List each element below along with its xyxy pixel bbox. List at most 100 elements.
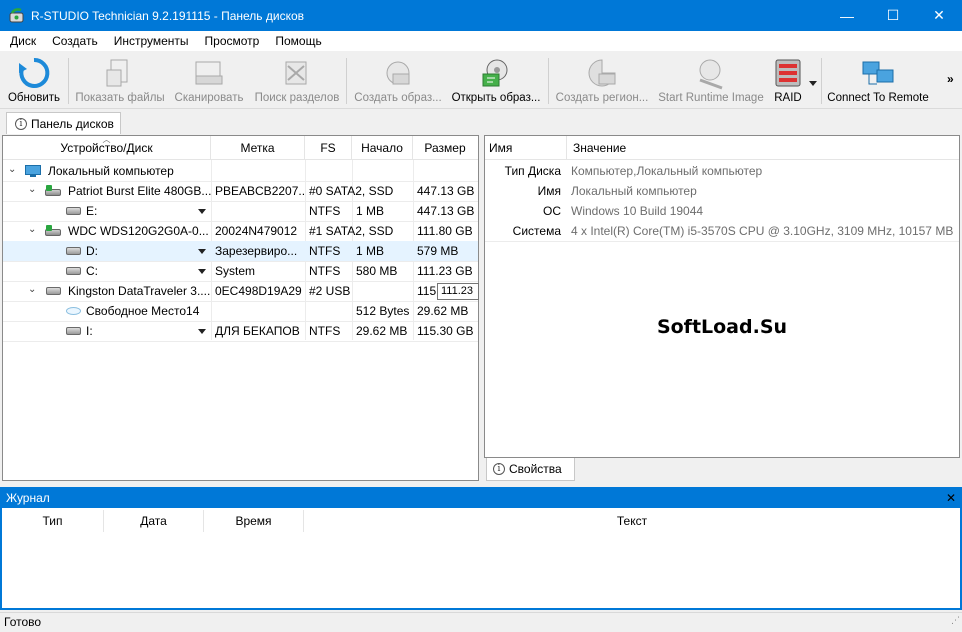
show-files-button[interactable]: Показать файлы <box>74 56 166 108</box>
maximize-button[interactable]: ☐ <box>870 0 916 31</box>
tab-properties[interactable]: i Свойства <box>486 458 575 481</box>
partition-start: 1 MB <box>356 204 385 218</box>
device-size: 447.13 GB <box>417 184 475 198</box>
menu-view[interactable]: Просмотр <box>197 34 268 48</box>
column-size[interactable]: Размер <box>413 136 477 160</box>
column-name[interactable]: Имя <box>485 136 567 160</box>
raid-button[interactable]: RAID <box>770 56 806 108</box>
partition-start: 1 MB <box>356 244 385 258</box>
tree-row-local-computer[interactable]: ⌄ Локальный компьютер <box>3 161 478 181</box>
runtime-image-icon <box>694 56 728 90</box>
toolbar-separator <box>548 58 549 104</box>
usb-drive-icon <box>46 287 61 295</box>
device-label: 0EC498D19A29 <box>215 284 302 298</box>
refresh-icon <box>17 56 51 90</box>
create-image-button[interactable]: Создать образ... <box>352 56 444 108</box>
find-partitions-button[interactable]: Поиск разделов <box>252 56 342 108</box>
column-value[interactable]: Значение <box>569 136 869 160</box>
journal-column-time[interactable]: Время <box>204 510 304 532</box>
tree-row-disk[interactable]: ⌄ Patriot Burst Elite 480GB... PBEABCB22… <box>3 181 478 201</box>
menu-help[interactable]: Помощь <box>267 34 329 48</box>
tree-row-partition[interactable]: I: ДЛЯ БЕКАПОВ NTFS 29.62 MB 115.30 GB <box>3 321 478 341</box>
tab-drives-panel[interactable]: i Панель дисков <box>6 112 121 134</box>
toolbar-overflow-icon[interactable]: » <box>947 72 954 86</box>
menu-create[interactable]: Создать <box>44 34 106 48</box>
partition-fs: NTFS <box>309 204 341 218</box>
free-space-start: 512 Bytes <box>356 304 410 318</box>
refresh-button[interactable]: Обновить <box>4 56 64 108</box>
connect-to-remote-label: Connect To Remote <box>827 92 929 104</box>
collapse-chevron-icon[interactable]: ⌄ <box>28 284 36 295</box>
partition-dropdown-icon[interactable] <box>198 269 206 274</box>
connect-to-remote-button[interactable]: Connect To Remote <box>827 56 929 108</box>
property-value: Компьютер,Локальный компьютер <box>571 164 763 178</box>
show-files-label: Показать файлы <box>75 92 165 104</box>
property-row[interactable]: Имя Локальный компьютер <box>485 181 959 201</box>
tab-row: i Панель дисков <box>0 110 962 134</box>
create-region-button[interactable]: Создать регион... <box>554 56 650 108</box>
menu-tools[interactable]: Инструменты <box>106 34 197 48</box>
start-runtime-image-button[interactable]: Start Runtime Image <box>658 56 764 108</box>
row-divider <box>485 241 959 242</box>
tree-row-partition[interactable]: E: NTFS 1 MB 447.13 GB <box>3 201 478 221</box>
tree-row-partition[interactable]: C: System NTFS 580 MB 111.23 GB <box>3 261 478 281</box>
partition-size: 579 MB <box>417 244 459 258</box>
partition-fs: NTFS <box>309 244 341 258</box>
close-button[interactable]: ✕ <box>916 0 962 31</box>
journal-column-text[interactable]: Текст <box>304 510 960 532</box>
property-key: Имя <box>537 184 561 198</box>
collapse-chevron-icon[interactable]: ⌄ <box>8 164 16 175</box>
column-label[interactable]: Метка <box>211 136 305 160</box>
create-image-icon <box>381 56 415 90</box>
partition-dropdown-icon[interactable] <box>198 249 206 254</box>
device-name: Локальный компьютер <box>48 164 174 178</box>
partition-label <box>212 201 305 221</box>
tab-drives-panel-label: Панель дисков <box>31 116 114 131</box>
tree-row-free-space[interactable]: Свободное Место14 512 Bytes 29.62 MB <box>3 301 478 321</box>
journal-title-bar: Журнал ✕ <box>2 489 960 508</box>
partition-label: Зарезервиро... <box>215 244 298 258</box>
tab-properties-label: Свойства <box>509 462 562 476</box>
device-label: PBEABCB2207... <box>215 184 305 198</box>
property-row[interactable]: ОС Windows 10 Build 19044 <box>485 201 959 221</box>
r-studio-app-icon <box>9 7 25 24</box>
collapse-chevron-icon[interactable]: ⌄ <box>28 224 36 235</box>
journal-column-date[interactable]: Дата <box>104 510 204 532</box>
partition-dropdown-icon[interactable] <box>198 329 206 334</box>
start-runtime-image-label: Start Runtime Image <box>658 92 764 104</box>
raid-icon <box>771 56 805 90</box>
journal-table-header: Тип Дата Время Текст <box>2 510 960 532</box>
device-name: WDC WDS120G2G0A-0... <box>68 224 209 238</box>
open-image-label: Открыть образ... <box>451 92 541 104</box>
column-device[interactable]: ︿ Устройство/Диск <box>3 135 211 160</box>
property-value: Windows 10 Build 19044 <box>571 204 704 218</box>
toolbar: Обновить Показать файлы Сканировать Поис… <box>0 52 962 109</box>
tree-row-partition-selected[interactable]: D: Зарезервиро... NTFS 1 MB 579 MB <box>3 241 478 261</box>
tree-row-usb-disk[interactable]: ⌄ Kingston DataTraveler 3.... 0EC498D19A… <box>3 281 478 301</box>
collapse-chevron-icon[interactable]: ⌄ <box>28 184 36 195</box>
status-bar: Готово ⋰ <box>0 612 962 632</box>
journal-close-icon[interactable]: ✕ <box>946 489 956 508</box>
properties-header: Имя Значение <box>485 136 959 160</box>
drives-table-header: ︿ Устройство/Диск Метка FS Начало Размер <box>3 135 478 160</box>
resize-grip-icon[interactable]: ⋰ <box>951 611 960 630</box>
partition-dropdown-icon[interactable] <box>198 209 206 214</box>
status-text: Готово <box>4 615 42 629</box>
column-fs[interactable]: FS <box>305 136 352 160</box>
scan-button[interactable]: Сканировать <box>172 56 246 108</box>
raid-label: RAID <box>774 92 802 104</box>
property-row[interactable]: Система 4 x Intel(R) Core(TM) i5-3570S C… <box>485 221 959 241</box>
device-fs: #0 SATA2, SSD <box>309 184 394 198</box>
journal-column-type[interactable]: Тип <box>2 510 104 532</box>
device-label: 20024N479012 <box>215 224 298 238</box>
property-row[interactable]: Тип Диска Компьютер,Локальный компьютер <box>485 161 959 181</box>
tree-row-disk[interactable]: ⌄ WDC WDS120G2G0A-0... 20024N479012 #1 S… <box>3 221 478 241</box>
partition-size: 447.13 GB <box>417 204 475 218</box>
partition-size: 115.30 GB <box>417 324 474 338</box>
raid-dropdown-arrow[interactable] <box>809 81 817 86</box>
menu-disk[interactable]: Диск <box>2 34 44 48</box>
open-image-button[interactable]: Открыть образ... <box>450 56 542 108</box>
minimize-button[interactable]: — <box>824 0 870 31</box>
column-start[interactable]: Начало <box>352 136 413 160</box>
row-divider <box>3 341 478 342</box>
